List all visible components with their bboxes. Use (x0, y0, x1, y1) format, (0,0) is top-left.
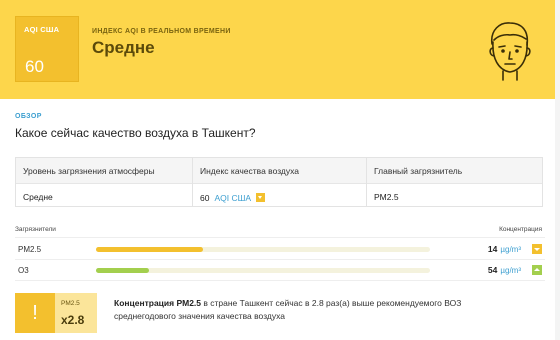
pollutant-concentration: 14 µg/m³ (488, 244, 521, 254)
pollutant-value: 14 (487, 244, 498, 254)
overview-question: Какое сейчас качество воздуха в Ташкент? (15, 126, 256, 140)
table-aqi-value: 60 (200, 193, 210, 203)
pollutant-unit: µg/m³ (500, 245, 521, 254)
table-header-level: Уровень загрязнения атмосферы (23, 166, 155, 176)
pollutant-bar-fill (96, 247, 203, 252)
divider (15, 237, 545, 238)
pollutant-name: O3 (18, 266, 29, 275)
trend-down-icon (532, 244, 542, 254)
table-column-aqi: Индекс качества воздуха 60 AQI США (192, 158, 366, 206)
table-cell-aqi: 60 AQI США (200, 192, 266, 203)
pollutant-unit: µg/m³ (500, 266, 521, 275)
pollutant-bar-track (96, 268, 430, 273)
table-column-pollutant: Главный загрязнитель PM2.5 (366, 158, 543, 206)
table-column-level: Уровень загрязнения атмосферы Средне (16, 158, 192, 206)
pollutant-bar-fill (96, 268, 150, 273)
pollutant-row-pm25: PM2.5 14 µg/m³ (15, 239, 545, 259)
warning-icon: ! (15, 293, 55, 333)
pollutant-value: 54 (487, 265, 498, 275)
pollutants-header: Загрязнители (15, 226, 56, 233)
table-header-pollutant: Главный загрязнитель (374, 166, 463, 176)
divider (15, 280, 545, 281)
page-edge (555, 0, 560, 340)
trend-up-icon (532, 265, 542, 275)
pollutant-bar-track (96, 247, 430, 252)
neutral-face-icon (489, 22, 531, 81)
table-cell-level: Средне (23, 192, 53, 202)
aqi-banner: AQI США 60 ИНДЕКС AQI В РЕАЛЬНОМ ВРЕМЕНИ… (0, 0, 555, 99)
table-aqi-unit: AQI США (214, 193, 252, 203)
concentration-callout: ! PM2.5 x2.8 (15, 293, 97, 333)
callout-text: Концентрация PM2.5 в стране Ташкент сейч… (114, 297, 474, 323)
trend-down-icon (256, 193, 266, 202)
realtime-label: ИНДЕКС AQI В РЕАЛЬНОМ ВРЕМЕНИ (92, 28, 231, 35)
multiplier-value: x2.8 (61, 313, 85, 327)
multiplier-pollutant: PM2.5 (61, 300, 80, 307)
overview-tag: ОБЗОР (15, 113, 42, 120)
multiplier-badge: PM2.5 x2.8 (55, 293, 97, 333)
pollutant-concentration: 54 µg/m³ (488, 265, 521, 275)
aqi-badge-label: AQI США (24, 25, 60, 34)
concentration-header: Концентрация (499, 226, 542, 233)
callout-title: Концентрация PM2.5 (114, 298, 202, 308)
pollutant-name: PM2.5 (18, 245, 42, 254)
aqi-level: Средне (92, 38, 155, 57)
pollutant-row-o3: O3 54 µg/m³ (15, 260, 545, 280)
aqi-badge: AQI США 60 (15, 16, 79, 82)
aqi-badge-value: 60 (25, 57, 44, 76)
aqi-summary-table: Уровень загрязнения атмосферы Средне Инд… (15, 157, 543, 207)
table-header-aqi: Индекс качества воздуха (200, 166, 300, 176)
table-cell-pollutant: PM2.5 (374, 192, 399, 202)
